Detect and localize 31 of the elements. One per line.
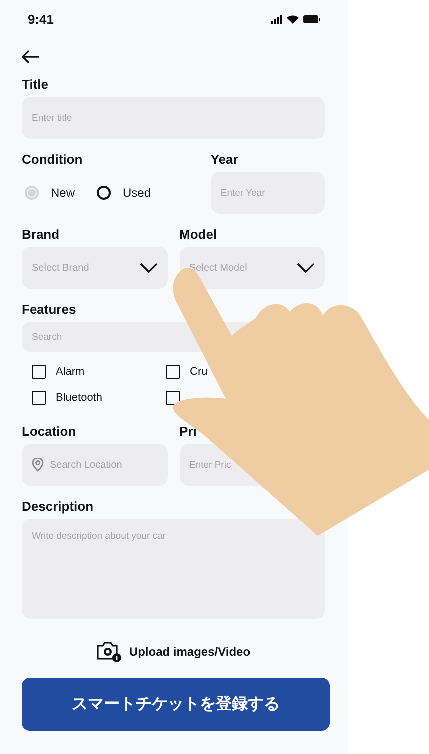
battery-icon	[303, 14, 321, 24]
submit-button[interactable]: スマートチケットを登録する	[22, 678, 330, 731]
checkbox[interactable]	[32, 365, 46, 379]
checkbox-label: Alarm	[56, 366, 85, 378]
field-label: Condition	[22, 152, 84, 167]
radio-option[interactable]: New	[25, 186, 76, 200]
checkbox[interactable]	[166, 365, 180, 379]
field-label: Model	[180, 227, 218, 242]
checkbox-label: Bluetooth	[56, 392, 102, 404]
field-label: Title	[22, 77, 50, 92]
checkbox-label: Cru	[190, 366, 208, 378]
field-label: Location	[22, 424, 78, 439]
input-field[interactable]: Enter Year	[210, 172, 325, 214]
chevron-icon	[297, 263, 315, 273]
upload-label[interactable]: Upload images/Video	[129, 645, 251, 659]
location-pin-icon	[32, 458, 44, 472]
checkbox[interactable]	[32, 391, 46, 405]
back-arrow-icon[interactable]	[22, 50, 40, 64]
field-label: Description	[22, 499, 95, 514]
signal-icon	[271, 14, 283, 24]
camera-icon[interactable]	[96, 641, 122, 663]
status-time: 9:41	[28, 12, 54, 26]
field-label: Pri	[180, 424, 198, 439]
field-label: Features	[22, 302, 78, 317]
wifi-icon	[287, 14, 299, 24]
radio-option[interactable]: Used	[97, 186, 152, 200]
field-label: Year	[210, 152, 240, 167]
chevron-icon	[140, 263, 158, 273]
description-field[interactable]: Write description about your car	[22, 519, 325, 619]
field-label: Brand	[22, 227, 61, 242]
input-field[interactable]: Enter title	[22, 97, 325, 139]
